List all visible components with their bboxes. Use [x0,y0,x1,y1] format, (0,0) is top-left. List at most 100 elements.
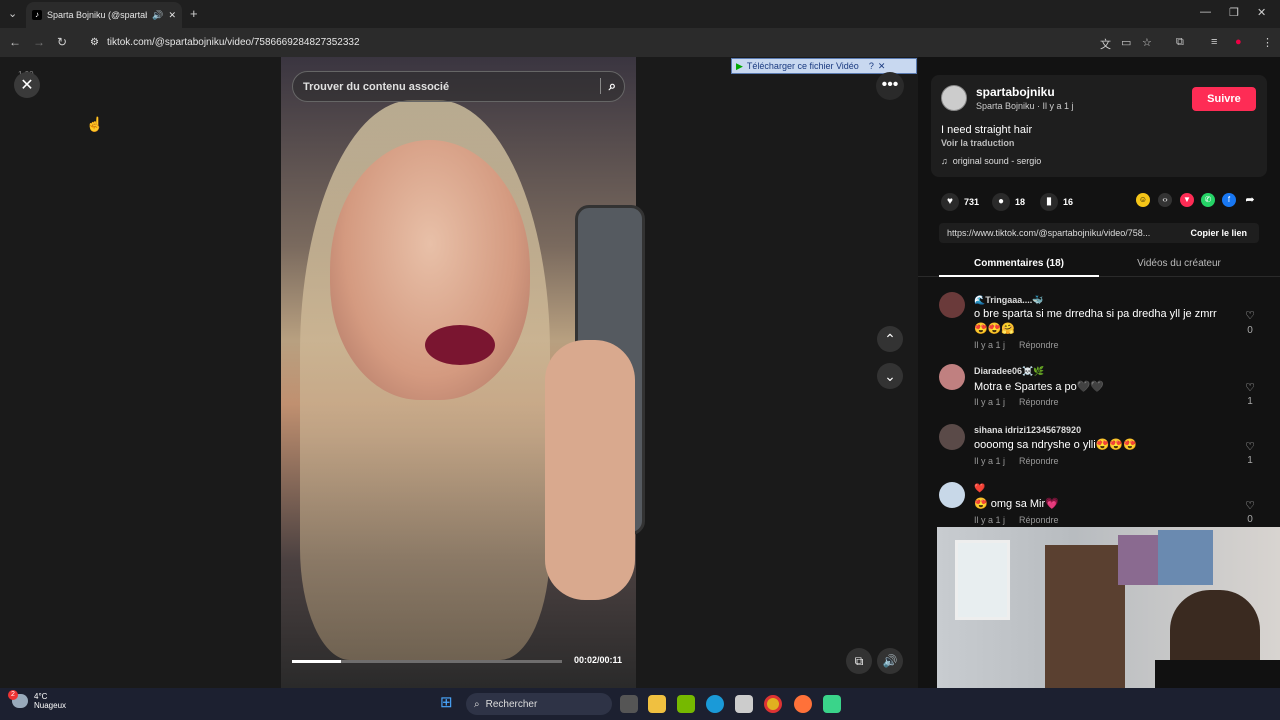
active-tab-indicator [939,275,1099,277]
video-link-text: https://www.tiktok.com/@spartabojniku/vi… [947,228,1151,238]
pip-icon: ⧉ [854,654,864,668]
weather-condition: Nuageux [34,701,67,710]
author-username[interactable]: spartabojniku [976,85,1055,99]
save-stat[interactable]: ▮ 16 [1040,193,1073,211]
maximize-icon[interactable]: ❐ [1229,6,1239,19]
taskbar [0,688,1280,720]
like-stat[interactable]: ♥ 731 [941,193,979,211]
comment-avatar[interactable] [939,482,965,508]
comment-meta: Il y a 1 j Répondre [974,340,1059,350]
tiktok-favicon-icon: ♪ [32,10,42,20]
video-frame-hand [545,340,635,600]
tab-comments[interactable]: Commentaires (18) [939,258,1099,269]
site-info-icon[interactable]: ⚙ [90,37,99,48]
bookmark-icon: ▮ [1040,193,1058,211]
temperature: 4°C [34,692,48,701]
tab-search-icon[interactable]: ⌄ [8,7,17,20]
reload-icon[interactable]: ↻ [57,35,67,49]
minimize-icon[interactable]: — [1200,6,1211,18]
extensions-icon[interactable]: ⧉ [1176,36,1184,49]
address-bar[interactable]: ⚙ tiktok.com/@spartabojniku/video/758666… [80,31,1090,53]
reply-button[interactable]: Répondre [1019,456,1059,466]
file-explorer-icon[interactable] [648,695,666,713]
friends-share-icon[interactable]: ☺ [1136,193,1150,207]
author-subline: Sparta Bojniku · Il y a 1 j [976,101,1074,111]
volume-icon: 🔊 [882,654,898,668]
sound-name: original sound - sergio [952,156,1042,166]
profile-icon[interactable]: ● [1235,36,1242,48]
help-icon[interactable]: ? [869,61,874,71]
search-icon[interactable]: ⌕ [599,78,616,94]
audio-playing-icon[interactable]: 🔊 [152,10,163,21]
comment-author[interactable]: ❤️ [974,483,985,494]
author-avatar[interactable] [941,85,967,111]
comment-meta: Il y a 1 j Répondre [974,397,1059,407]
comment-like-icon[interactable]: ♡ [1243,309,1257,322]
volume-button[interactable]: 🔊 [877,648,903,674]
comment-avatar[interactable] [939,364,965,390]
comment-avatar[interactable] [939,424,965,450]
send-icon[interactable]: ▼ [1180,193,1194,207]
app-icon[interactable] [823,695,841,713]
windows-start-icon[interactable]: ⊞ [440,695,456,711]
comment-like-icon[interactable]: ♡ [1243,381,1257,394]
share-arrow-icon[interactable]: ➦ [1243,193,1257,207]
back-icon[interactable]: ← [9,35,21,49]
comment-like-count: 1 [1247,455,1253,466]
new-tab-icon[interactable]: + [190,6,198,21]
video-description: I need straight hair [941,124,1033,136]
comment-stat[interactable]: ● 18 [992,193,1025,211]
close-video-button[interactable]: ✕ [14,72,40,98]
task-view-icon[interactable] [620,695,638,713]
firefox-icon[interactable] [794,695,812,713]
translate-icon[interactable]: 文 [1100,36,1111,52]
comment-text: 😍 omg sa Mir💗 [974,498,1059,510]
browser-menu-icon[interactable]: ⋮ [1262,36,1273,49]
media-control-icon[interactable]: ≡ [1211,36,1217,48]
banner-close-icon[interactable]: ✕ [878,61,886,72]
comment-like-icon[interactable]: ♡ [1243,440,1257,453]
comment-like-icon[interactable]: ♡ [1243,499,1257,512]
comment-author[interactable]: sihana idrizi12345678920 [974,425,1081,435]
comment-author[interactable]: 🌊Tringaaa....🐳 [974,295,1043,306]
browser-tab[interactable]: ♪ Sparta Bojniku (@spartabojniku) 🔊 ✕ [26,2,182,28]
reply-button[interactable]: Répondre [1019,340,1059,350]
see-translation-link[interactable]: Voir la traduction [941,138,1014,148]
tab-creator-videos[interactable]: Vidéos du créateur [1099,258,1259,269]
webcam-poster [1158,530,1213,585]
reply-button[interactable]: Répondre [1019,515,1059,525]
facebook-icon[interactable]: f [1222,193,1236,207]
related-content-search[interactable]: Trouver du contenu associé ⌕ [292,71,625,102]
follow-button[interactable]: Suivre [1192,87,1256,111]
nvidia-icon[interactable] [677,695,695,713]
weather-widget[interactable]: 2 4°C Nuageux [8,690,67,710]
taskbar-search[interactable]: ⌕ Rechercher [466,693,612,715]
more-icon: ••• [881,76,899,93]
whatsapp-icon[interactable]: ✆ [1201,193,1215,207]
video-link-box[interactable]: https://www.tiktok.com/@spartabojniku/vi… [939,223,1259,243]
tab-close-icon[interactable]: ✕ [168,10,176,21]
sound-link[interactable]: ♫ original sound - sergio [941,156,1041,166]
comment-author[interactable]: Diaradee06☠️🌿 [974,366,1044,377]
comment-avatar[interactable] [939,292,965,318]
more-options-button[interactable]: ••• [876,72,904,100]
window-close-icon[interactable]: ✕ [1257,6,1266,19]
copy-link-button[interactable]: Copier le lien [1190,228,1247,238]
chevron-up-icon: ⌃ [884,331,896,347]
download-banner-label: Télécharger ce fichier Vidéo [746,61,859,71]
weather-badge: 2 [8,690,18,700]
next-video-button[interactable]: ⌄ [877,363,903,389]
embed-icon[interactable]: ‹› [1158,193,1172,207]
chrome-icon[interactable] [764,695,782,713]
cast-icon[interactable]: ▭ [1121,36,1131,49]
picture-in-picture-button[interactable]: ⧉ [846,648,872,674]
store-icon[interactable] [735,695,753,713]
forward-icon[interactable]: → [33,35,45,49]
webcam-poster [1118,535,1158,585]
previous-video-button[interactable]: ⌃ [877,326,903,352]
bookmark-star-icon[interactable]: ☆ [1142,36,1152,49]
edge-icon[interactable] [706,695,724,713]
reply-button[interactable]: Répondre [1019,397,1059,407]
comment-time: Il y a 1 j [974,340,1006,350]
progress-fill [292,660,341,663]
